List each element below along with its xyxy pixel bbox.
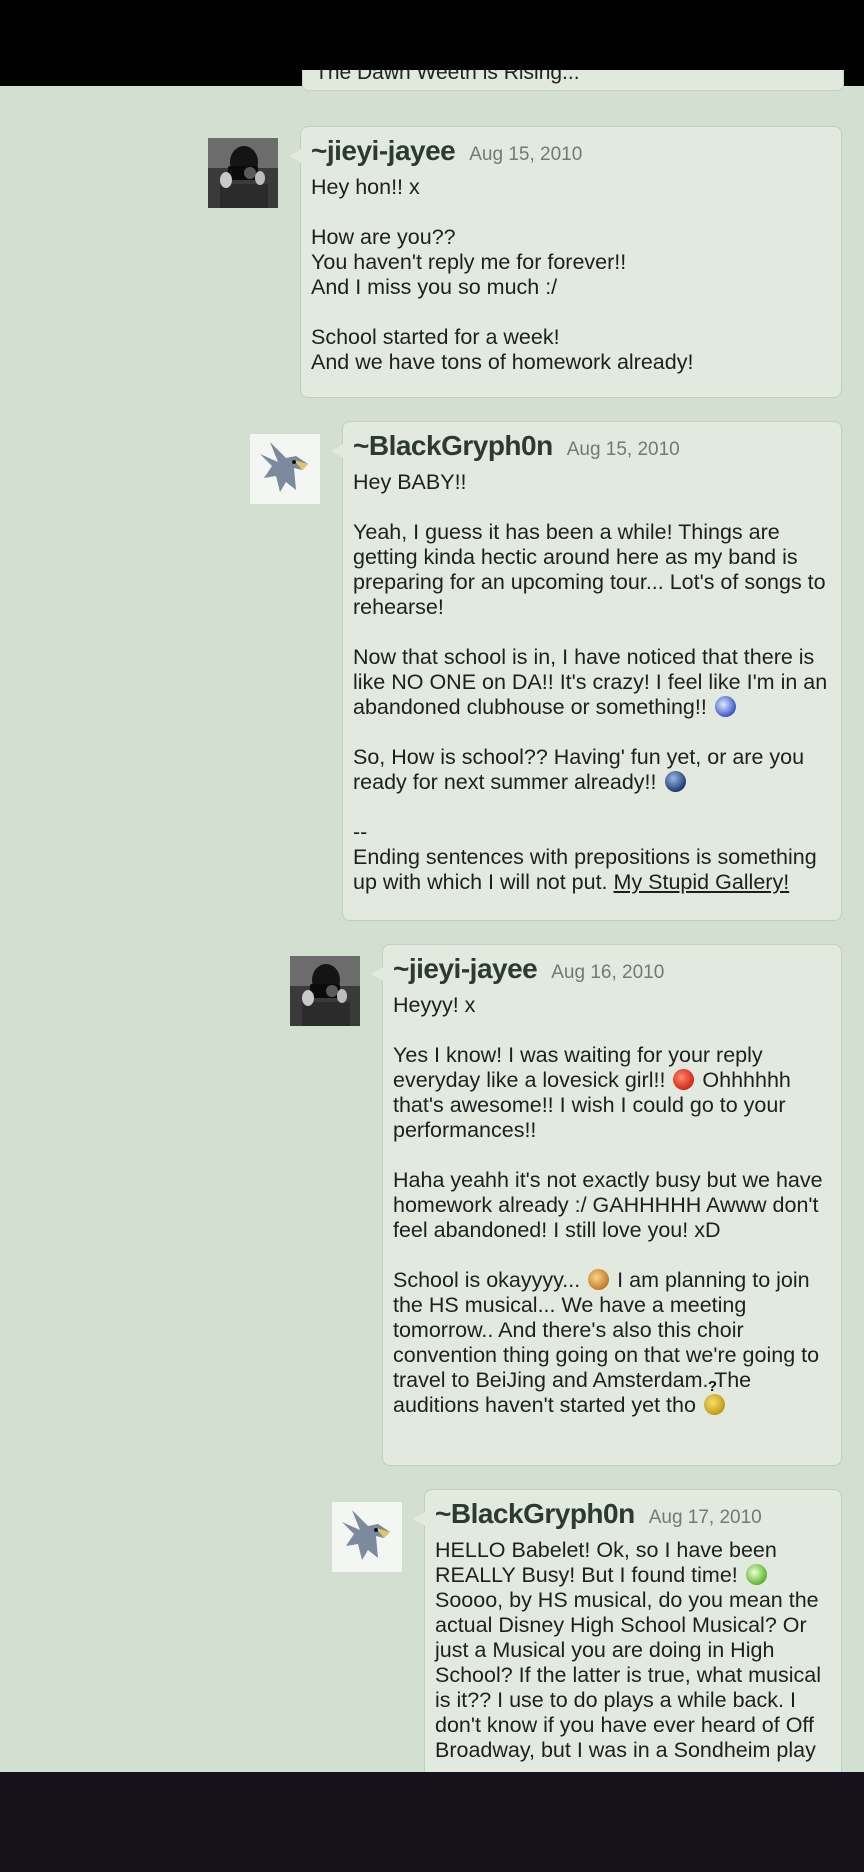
username-link[interactable]: ~BlackGryph0n [353,430,553,462]
previous-comment-fragment: The Dawn Weeth is Rising... [302,70,844,91]
comment-card: ~jieyi-jayee Aug 16, 2010 Heyyy! x Yes I… [371,944,842,1466]
username-link[interactable]: ~jieyi-jayee [311,135,456,167]
avatar[interactable] [208,138,278,208]
body-paragraph: Heyyy! x [393,993,476,1017]
body-paragraph: Soooo, by HS musical, do you mean the ac… [435,1588,821,1762]
body-paragraph: HELLO Babelet! Ok, so I have been REALLY… [435,1538,777,1587]
username-link[interactable]: ~jieyi-jayee [393,953,538,985]
gallery-link[interactable]: My Stupid Gallery! [614,870,790,894]
username-link[interactable]: ~BlackGryph0n [435,1498,635,1530]
comment-card: ~BlackGryph0n Aug 15, 2010 Hey BABY!! Ye… [331,421,842,921]
comment-date[interactable]: Aug 16, 2010 [551,962,664,984]
previous-comment-text: The Dawn Weeth is Rising... [315,70,580,84]
body-paragraph: Hey BABY!! [353,470,467,494]
comment-body: HELLO Babelet! Ok, so I have been REALLY… [435,1538,831,1763]
comment-card: ~jieyi-jayee Aug 15, 2010 Hey hon!! x Ho… [289,126,842,398]
avatar[interactable] [290,956,360,1026]
body-line: School started for a week! [311,325,560,349]
comment-body: Hey BABY!! Yeah, I guess it has been a w… [353,470,831,895]
navigation-bar [0,1772,864,1872]
emoticon-icon [714,696,736,717]
comment-date[interactable]: Aug 15, 2010 [567,439,680,461]
avatar[interactable] [332,1502,402,1572]
cookie-emoticon-icon [588,1269,610,1290]
emoticon-question-mark: ? [707,1378,718,1395]
grin-emoticon-icon [745,1564,767,1585]
avatar[interactable] [250,434,320,504]
comment-date[interactable]: Aug 17, 2010 [649,1507,762,1529]
signature-separator: -- [353,820,368,844]
body-line: You haven't reply me for forever!! [311,250,627,274]
body-line: And we have tons of homework already! [311,350,694,374]
body-paragraph: Now that school is in, I have noticed th… [353,645,828,719]
confused-emoticon-icon: ? [703,1378,725,1415]
body-paragraph: Haha yeahh it's not exactly busy but we … [393,1168,823,1242]
comment-body: Hey hon!! x How are you?? You haven't re… [311,175,831,375]
comment-card: ~BlackGryph0n Aug 17, 2010 HELLO Babelet… [413,1489,842,1789]
body-line: And I miss you so much :/ [311,275,558,299]
body-paragraph: Yeah, I guess it has been a while! Thing… [353,520,826,619]
comment-body: Heyyy! x Yes I know! I was waiting for y… [393,993,831,1418]
body-paragraph: So, How is school?? Having' fun yet, or … [353,745,805,794]
body-paragraph: School is okayyyy... [393,1268,581,1292]
globe-emoticon-icon [664,771,686,792]
body-line: Hey hon!! x [311,175,420,199]
body-line: How are you?? [311,225,456,249]
angry-emoticon-icon [673,1069,695,1090]
comment-date[interactable]: Aug 15, 2010 [469,144,582,166]
